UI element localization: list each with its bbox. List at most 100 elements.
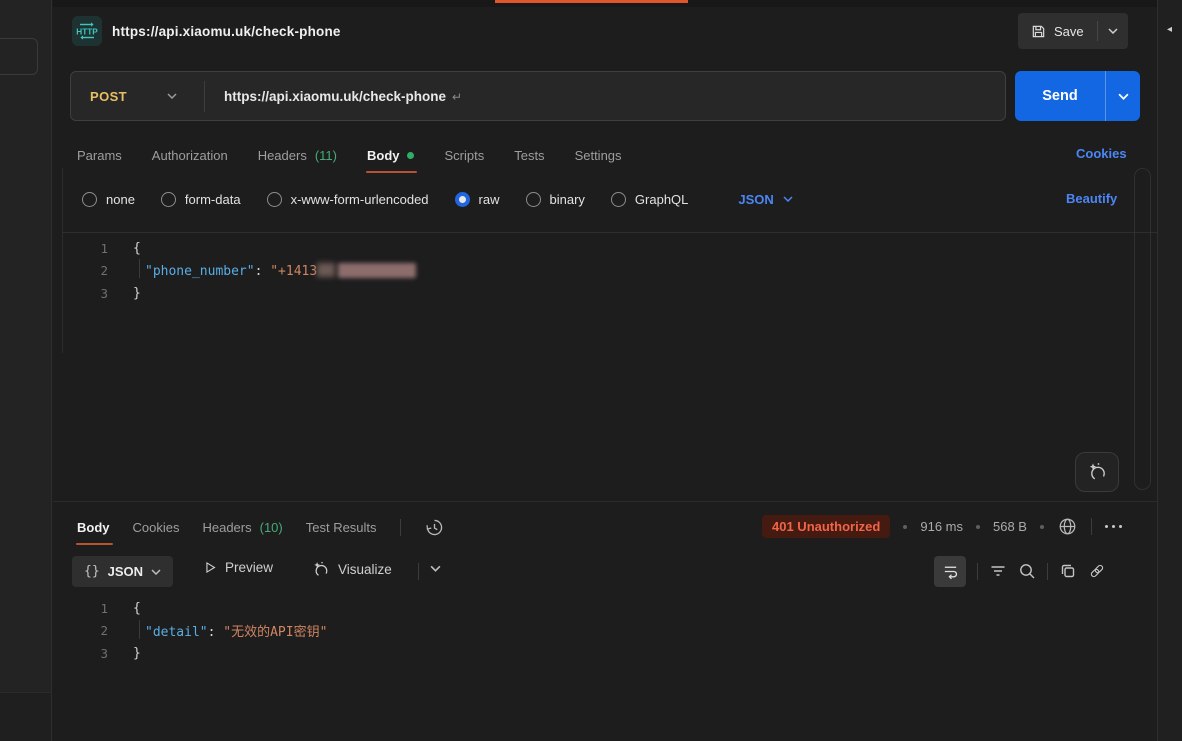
response-tools — [934, 555, 1106, 587]
mode-form-data[interactable]: form-data — [161, 192, 241, 207]
language-select[interactable]: JSON — [738, 192, 792, 207]
request-tabs: Params Authorization Headers(11) Body Sc… — [77, 135, 622, 175]
line-number: 3 — [62, 286, 108, 301]
request-body-editor[interactable]: 1 { 2 "phone_number": "+1413 3 } — [62, 237, 1072, 305]
tab-authorization[interactable]: Authorization — [152, 148, 228, 163]
body-mode-row: none form-data x-www-form-urlencoded raw… — [82, 185, 793, 213]
send-options-chevron-icon[interactable] — [1106, 71, 1140, 121]
http-protocol-icon: HTTP — [72, 16, 102, 46]
cookies-link[interactable]: Cookies — [1076, 146, 1127, 161]
body-modified-dot — [407, 152, 414, 159]
tabs-divider — [400, 519, 401, 536]
headers-count-badge: (11) — [315, 148, 337, 163]
dot-separator — [1040, 525, 1044, 529]
right-sidebar: ◂ — [1157, 0, 1182, 741]
code-line: 3 } — [62, 282, 1072, 305]
network-globe-icon[interactable] — [1057, 516, 1078, 537]
svg-text:HTTP: HTTP — [76, 28, 98, 37]
visualize-button[interactable]: Visualize — [311, 560, 392, 579]
send-button[interactable]: Send — [1015, 71, 1140, 121]
toolbar-chevron-icon[interactable] — [430, 565, 441, 572]
radio-form-data[interactable] — [161, 192, 176, 207]
active-tab-underline — [76, 543, 113, 545]
response-body-viewer[interactable]: 1 { 2 "detail": "无效的API密钥" 3 } — [62, 597, 1072, 665]
active-tab-underline — [366, 171, 418, 173]
code-line: 1 { — [62, 237, 1072, 260]
copy-icon[interactable] — [1059, 562, 1077, 580]
mode-raw[interactable]: raw — [455, 192, 500, 207]
mode-graphql[interactable]: GraphQL — [611, 192, 688, 207]
response-size[interactable]: 568 B — [993, 519, 1027, 534]
tools-divider — [1047, 563, 1048, 580]
radio-binary[interactable] — [526, 192, 541, 207]
code-line: 2 "detail": "无效的API密钥" — [62, 620, 1072, 643]
language-chevron-icon — [783, 196, 793, 202]
radio-none[interactable] — [82, 192, 97, 207]
send-label: Send — [1015, 71, 1105, 121]
redacted-phone-digits — [317, 263, 335, 277]
indent-guide — [139, 259, 140, 278]
format-chevron-icon — [151, 569, 161, 575]
tab-params[interactable]: Params — [77, 148, 122, 163]
tab-settings[interactable]: Settings — [575, 148, 622, 163]
collapse-panel-icon[interactable]: ◂ — [1167, 24, 1172, 35]
json-value: "+1413 — [270, 264, 317, 279]
response-tabs: Body Cookies Headers(10) Test Results — [77, 505, 445, 549]
code-line: 3 } — [62, 642, 1072, 665]
line-number: 2 — [62, 263, 108, 278]
enter-hint: ↵ — [452, 90, 462, 104]
code-line: 2 "phone_number": "+1413 — [62, 260, 1072, 283]
postbot-sparkle-icon — [1086, 461, 1108, 483]
json-value: "无效的API密钥" — [223, 625, 327, 640]
tab-tests[interactable]: Tests — [514, 148, 544, 163]
braces-icon: {} — [84, 564, 100, 579]
status-badge[interactable]: 401 Unauthorized — [762, 515, 890, 538]
tools-divider — [977, 563, 978, 580]
sidebar-collection-stub[interactable] — [0, 38, 38, 75]
radio-raw-selected[interactable] — [455, 192, 470, 207]
request-title: https://api.xiaomu.uk/check-phone — [112, 24, 341, 39]
url-divider — [204, 81, 205, 112]
mode-urlencoded[interactable]: x-www-form-urlencoded — [267, 192, 429, 207]
response-history-icon[interactable] — [424, 517, 445, 538]
json-key: "phone_number" — [145, 264, 255, 279]
response-time[interactable]: 916 ms — [920, 519, 963, 534]
link-icon[interactable] — [1088, 562, 1106, 580]
line-number: 1 — [62, 241, 108, 256]
search-icon[interactable] — [1018, 562, 1036, 580]
url-input[interactable]: https://api.xiaomu.uk/check-phone↵ — [224, 89, 462, 104]
editor-scrollbar[interactable] — [1134, 168, 1151, 490]
tab-body[interactable]: Body — [367, 148, 415, 163]
response-tab-headers[interactable]: Headers(10) — [202, 520, 282, 535]
mode-binary[interactable]: binary — [526, 192, 585, 207]
visualize-sparkle-icon — [311, 560, 330, 579]
line-number: 1 — [62, 601, 108, 616]
preview-button[interactable]: Preview — [203, 560, 273, 575]
beautify-link[interactable]: Beautify — [1066, 191, 1117, 206]
line-number: 2 — [62, 623, 108, 638]
radio-graphql[interactable] — [611, 192, 626, 207]
radio-urlencoded[interactable] — [267, 192, 282, 207]
mode-none[interactable]: none — [82, 192, 135, 207]
response-tab-body[interactable]: Body — [77, 520, 110, 535]
method-chevron-icon[interactable] — [167, 93, 177, 99]
method-select[interactable]: POST — [90, 89, 127, 104]
wrap-text-button[interactable] — [934, 556, 966, 587]
sidebar-footer — [0, 692, 51, 741]
tab-scripts[interactable]: Scripts — [444, 148, 484, 163]
response-tab-cookies[interactable]: Cookies — [133, 520, 180, 535]
response-format-select[interactable]: {} JSON — [72, 556, 173, 587]
tab-headers[interactable]: Headers(11) — [258, 148, 337, 163]
filter-icon[interactable] — [989, 562, 1007, 580]
response-tab-test-results[interactable]: Test Results — [306, 520, 377, 535]
code-line: 1 { — [62, 597, 1072, 620]
meta-divider — [1091, 518, 1092, 535]
save-label: Save — [1054, 24, 1084, 39]
save-button[interactable]: Save — [1018, 13, 1128, 49]
postbot-button[interactable] — [1075, 452, 1119, 492]
left-sidebar — [0, 0, 52, 741]
save-options-chevron-icon[interactable] — [1098, 13, 1128, 49]
play-icon — [203, 560, 217, 575]
more-options-icon[interactable] — [1105, 525, 1123, 529]
toolbar-divider — [418, 563, 419, 580]
